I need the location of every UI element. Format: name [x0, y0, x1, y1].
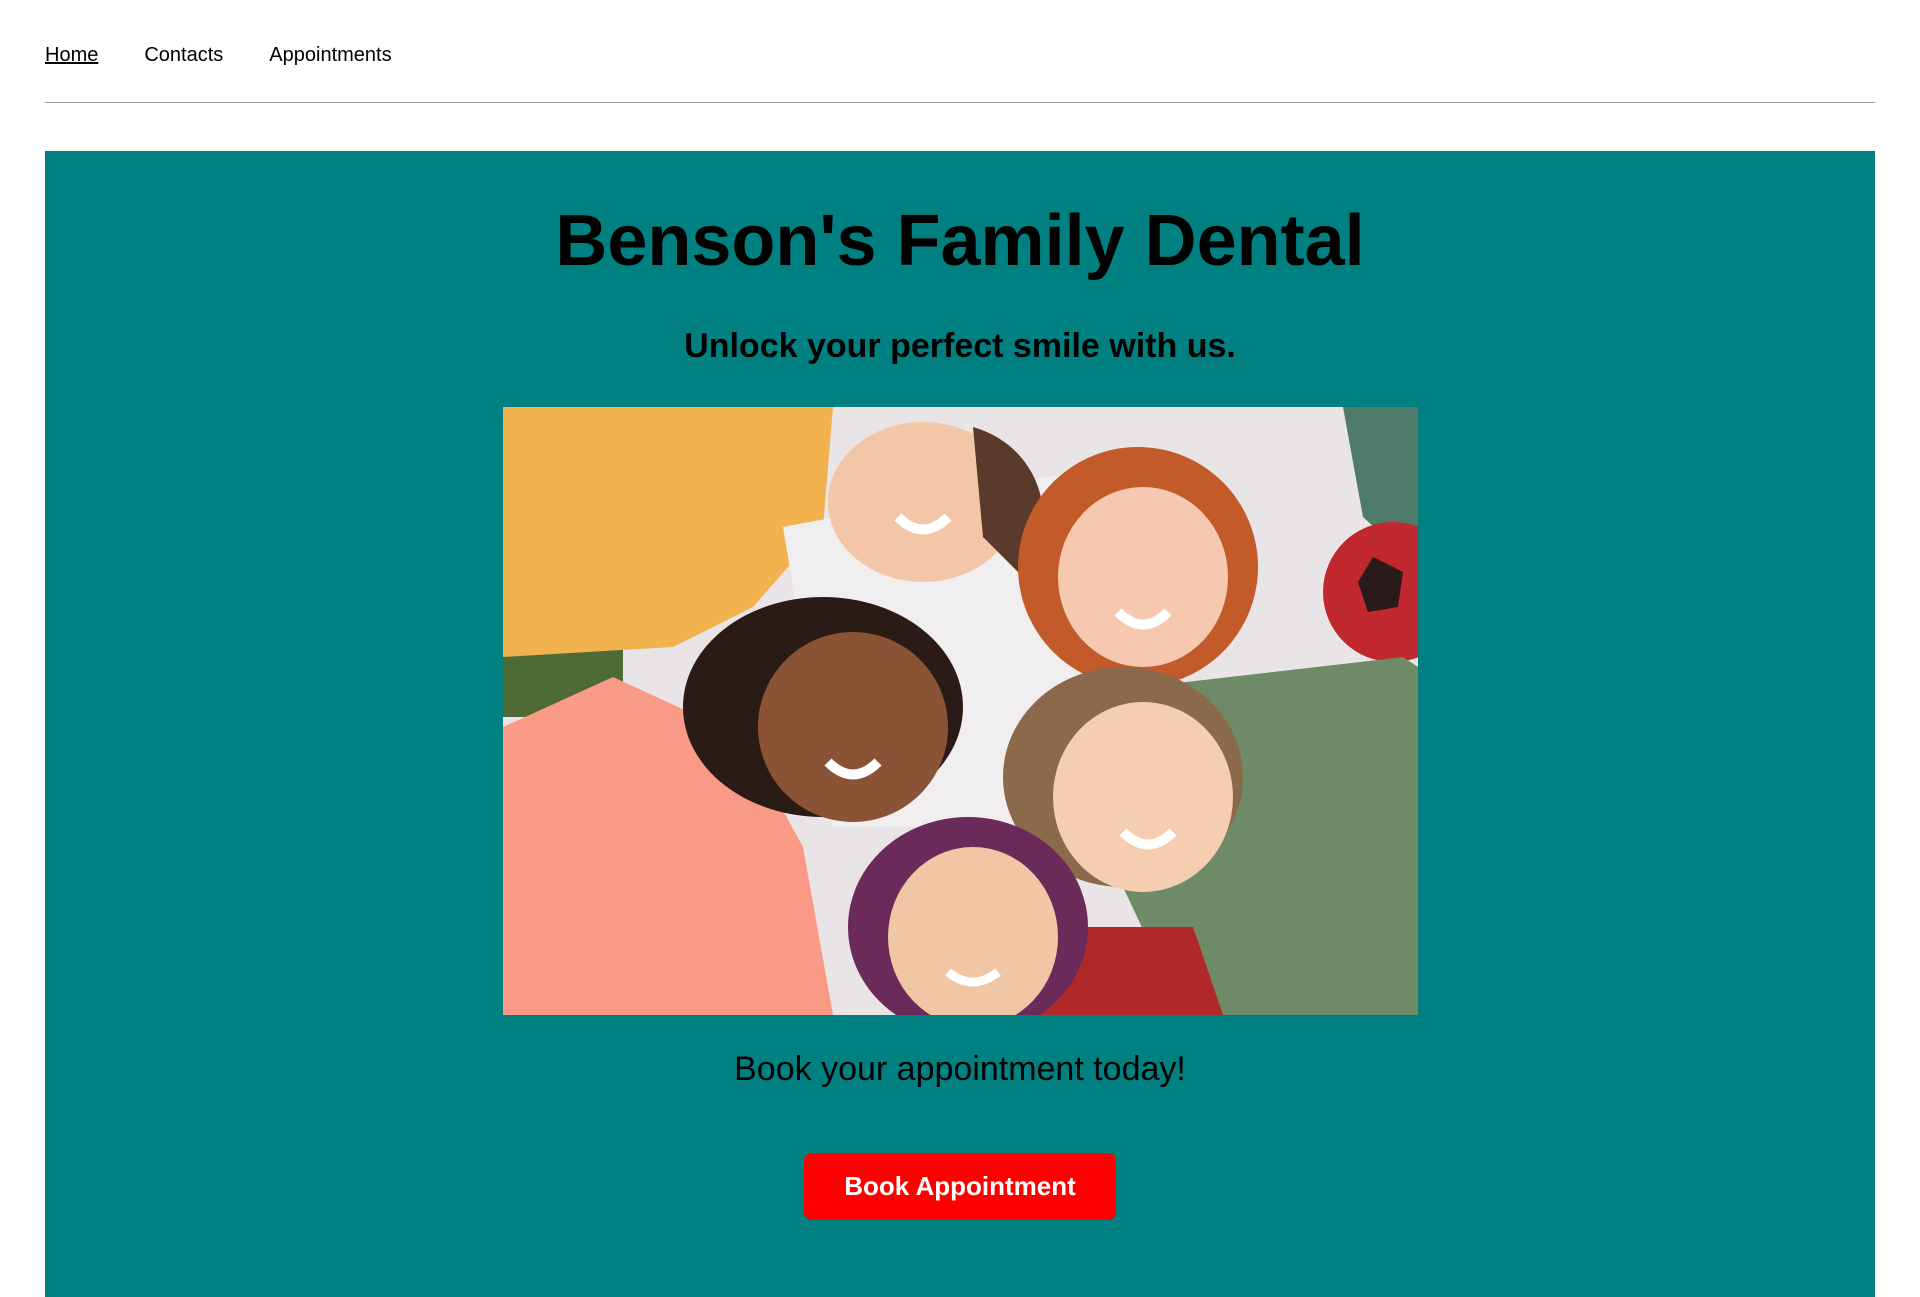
hero-subtitle: Unlock your perfect smile with us.	[684, 327, 1236, 365]
top-nav: Home Contacts Appointments	[45, 44, 392, 67]
page-title: Benson's Family Dental	[555, 201, 1365, 281]
nav-link-home[interactable]: Home	[45, 44, 98, 67]
nav-divider	[45, 102, 1875, 103]
hero-section: Benson's Family Dental Unlock your perfe…	[45, 151, 1875, 1297]
page: Home Contacts Appointments Benson's Fami…	[0, 0, 1920, 1297]
book-appointment-button[interactable]: Book Appointment	[804, 1153, 1116, 1220]
cta-text: Book your appointment today!	[734, 1050, 1186, 1088]
nav-link-appointments[interactable]: Appointments	[269, 44, 391, 67]
hero-photo	[503, 407, 1418, 1015]
smiling-group-illustration	[503, 407, 1418, 1015]
nav-link-contacts[interactable]: Contacts	[144, 44, 223, 67]
